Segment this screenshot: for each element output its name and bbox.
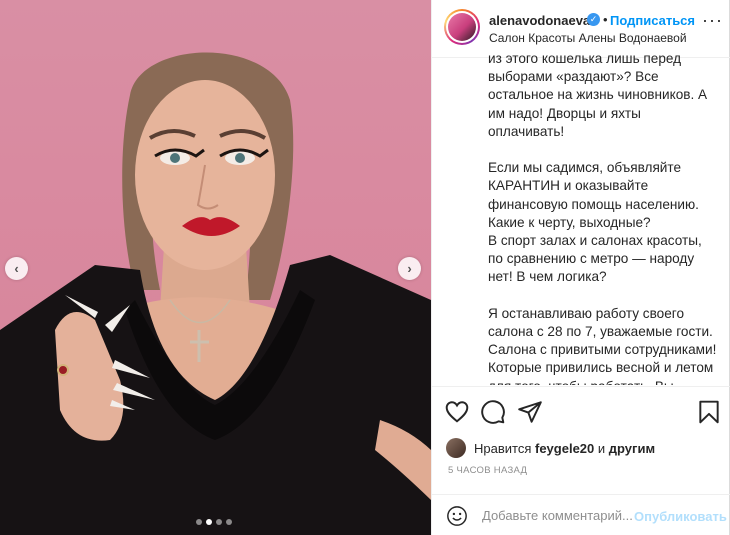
likes-and: и bbox=[597, 440, 606, 456]
carousel-indicator bbox=[196, 519, 232, 525]
post-side-panel: alenavodonaeva ✓ • Подписаться ··· Салон… bbox=[431, 0, 730, 535]
post-timestamp[interactable]: 5 ЧАСОВ НАЗАД bbox=[448, 465, 527, 476]
previous-photo-button[interactable]: ‹ bbox=[5, 257, 28, 280]
avatar-frame bbox=[446, 11, 478, 43]
caption-paragraph: Я останавливаю работу своего салона с 28… bbox=[488, 305, 717, 385]
avatar-image bbox=[448, 13, 476, 41]
caption-paragraph: из этого кошелька лишь перед выборами «р… bbox=[488, 51, 708, 139]
paper-plane-icon[interactable] bbox=[517, 399, 543, 425]
likes-others-link[interactable]: другим bbox=[609, 441, 655, 456]
publish-button[interactable]: Опубликовать bbox=[634, 509, 727, 524]
bookmark-icon[interactable] bbox=[696, 399, 722, 425]
next-photo-button[interactable]: › bbox=[398, 257, 421, 280]
liker-avatar[interactable] bbox=[446, 438, 466, 458]
more-horizontal-icon[interactable]: ··· bbox=[702, 10, 723, 31]
carousel-dot-active bbox=[206, 519, 212, 525]
avatar[interactable] bbox=[444, 9, 480, 45]
comment-form: Опубликовать bbox=[432, 494, 730, 535]
smiley-icon[interactable] bbox=[446, 505, 468, 527]
post-location[interactable]: Салон Красоты Алены Водонаевой bbox=[489, 31, 687, 45]
post-photo[interactable]: ‹ › bbox=[0, 0, 431, 535]
likes-prefix: Нравится bbox=[474, 440, 532, 456]
post-caption: из этого кошелька лишь перед выборами «р… bbox=[488, 50, 720, 385]
portrait-illustration bbox=[0, 52, 431, 535]
follow-button[interactable]: Подписаться bbox=[610, 13, 695, 28]
carousel-dot bbox=[226, 519, 232, 525]
carousel-dot bbox=[216, 519, 222, 525]
verified-badge-icon: ✓ bbox=[587, 13, 600, 26]
heart-icon[interactable] bbox=[444, 399, 470, 425]
comment-input[interactable] bbox=[482, 508, 632, 523]
carousel-dot bbox=[196, 519, 202, 525]
author-username[interactable]: alenavodonaeva bbox=[489, 13, 590, 28]
separator-dot: • bbox=[603, 12, 608, 27]
divider bbox=[432, 386, 730, 387]
action-bar bbox=[432, 396, 730, 426]
likes-summary: Нравится feygele20 и другим bbox=[446, 438, 655, 458]
instagram-post: ‹ › alenavodonaeva ✓ • Подписаться ··· С… bbox=[0, 0, 730, 535]
chevron-right-icon: › bbox=[407, 261, 412, 276]
chevron-left-icon: ‹ bbox=[14, 261, 19, 276]
liker-username[interactable]: feygele20 bbox=[535, 441, 594, 456]
comment-icon[interactable] bbox=[480, 399, 506, 425]
caption-paragraph: Если мы садимся, объявляйте КАРАНТИН и о… bbox=[488, 160, 702, 285]
